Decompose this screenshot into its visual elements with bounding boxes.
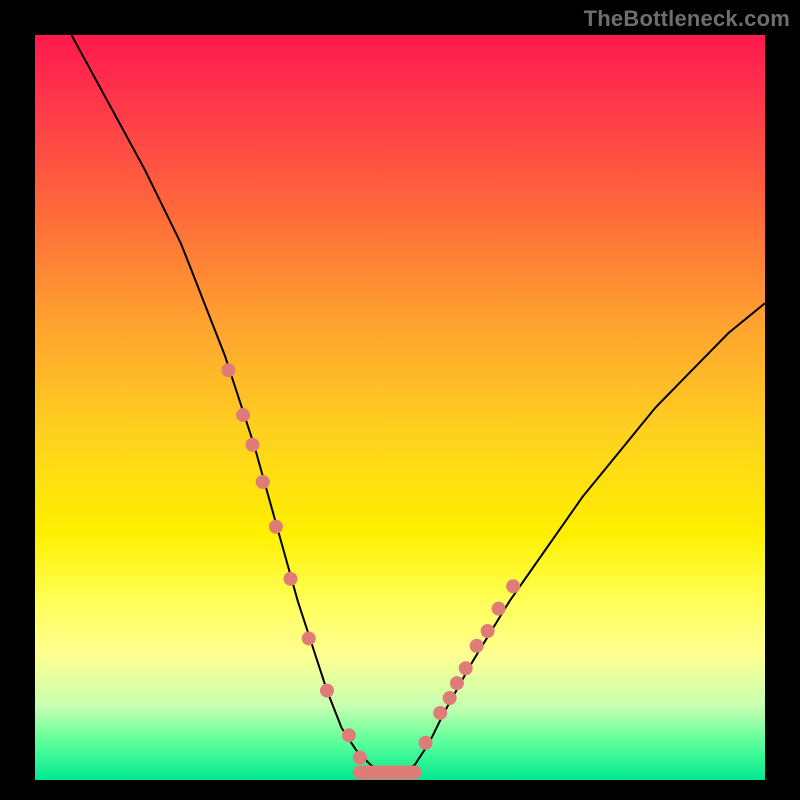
highlight-marker: [320, 684, 334, 698]
chart-container: TheBottleneck.com: [0, 0, 800, 800]
highlight-marker: [470, 639, 484, 653]
highlight-marker: [459, 661, 473, 675]
highlight-marker: [246, 438, 260, 452]
highlight-marker: [342, 728, 356, 742]
highlight-marker: [302, 631, 316, 645]
highlight-marker: [433, 706, 447, 720]
highlight-marker: [443, 691, 457, 705]
highlight-marker: [353, 751, 367, 765]
highlight-marker: [492, 602, 506, 616]
highlight-marker: [382, 766, 396, 780]
highlight-marker: [506, 579, 520, 593]
bottleneck-curve: [72, 35, 766, 773]
highlight-markers: [221, 363, 520, 779]
highlight-marker: [419, 736, 433, 750]
highlight-marker: [269, 520, 283, 534]
highlight-marker: [256, 475, 270, 489]
curve-svg: [35, 35, 765, 780]
highlight-marker: [450, 676, 464, 690]
plot-area: [35, 35, 765, 780]
attribution-label: TheBottleneck.com: [584, 6, 790, 32]
highlight-marker: [481, 624, 495, 638]
highlight-marker: [284, 572, 298, 586]
highlight-marker: [221, 363, 235, 377]
highlight-marker: [236, 408, 250, 422]
